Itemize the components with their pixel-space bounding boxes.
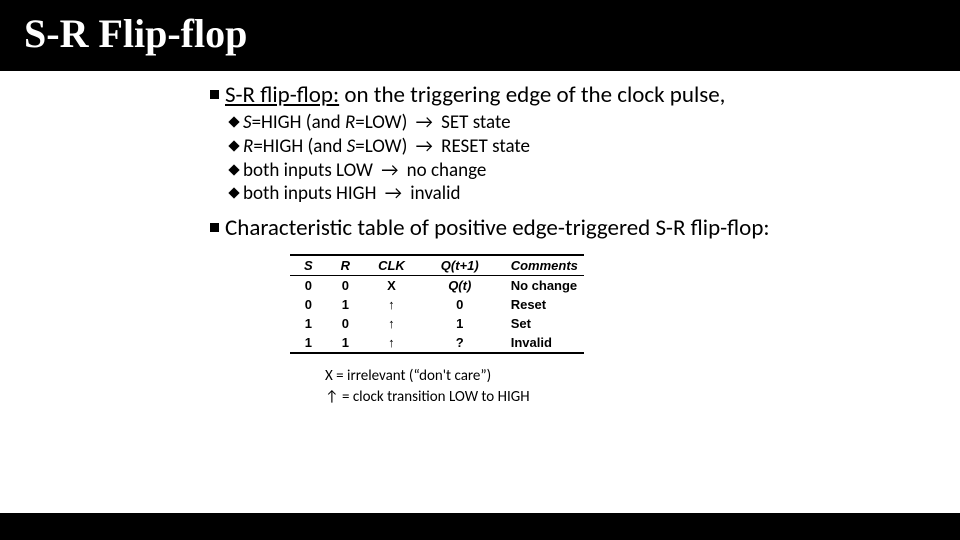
title-bar: S-R Flip-flop [0, 0, 960, 71]
col-comments: Comments [501, 255, 584, 276]
bullet-characteristic-table: Characteristic table of positive edge-tr… [210, 216, 940, 240]
legend-line: ↑ = clock transition LOW to HIGH [325, 387, 940, 408]
square-bullet-icon [210, 90, 219, 99]
arrow-icon: → [412, 111, 437, 134]
arrow-icon: → [381, 182, 406, 205]
sub-bullet: both inputs HIGH → invalid [230, 182, 940, 206]
col-r: R [327, 255, 364, 276]
sub-bullet: R=HIGH (and S=LOW) → RESET state [230, 135, 940, 159]
table-header-row: S R CLK Q(t+1) Comments [290, 255, 584, 276]
slide-content: S-R flip-flop: on the triggering edge of… [0, 71, 960, 513]
table-row: 1 1 ↑ ? Invalid [290, 333, 584, 353]
sub-bullets: S=HIGH (and R=LOW) → SET state R=HIGH (a… [230, 111, 940, 206]
table-row: 0 1 ↑ 0 Reset [290, 295, 584, 314]
bullet-lead: S-R flip-flop: [225, 81, 339, 109]
arrow-icon: → [377, 159, 402, 182]
diamond-bullet-icon [228, 116, 239, 127]
diamond-bullet-icon [228, 140, 239, 151]
square-bullet-icon [210, 223, 219, 232]
col-q: Q(t+1) [427, 255, 501, 276]
col-s: S [290, 255, 327, 276]
bullet-sr-flipflop: S-R flip-flop: on the triggering edge of… [210, 81, 940, 109]
col-clk: CLK [364, 255, 427, 276]
legend: X = irrelevant (“don't care”) ↑ = clock … [325, 366, 940, 408]
sub-bullet: both inputs LOW → no change [230, 159, 940, 183]
sub-bullet: S=HIGH (and R=LOW) → SET state [230, 111, 940, 135]
arrow-icon: → [412, 135, 437, 158]
diamond-bullet-icon [228, 164, 239, 175]
slide-title: S-R Flip-flop [24, 10, 936, 57]
table-row: 1 0 ↑ 1 Set [290, 314, 584, 333]
legend-line: X = irrelevant (“don't care”) [325, 366, 940, 387]
characteristic-table: S R CLK Q(t+1) Comments 0 0 X Q(t) No ch… [290, 254, 940, 354]
bottom-bar [0, 513, 960, 540]
bullet-tail: on the triggering edge of the clock puls… [339, 81, 725, 109]
diamond-bullet-icon [228, 188, 239, 199]
table-row: 0 0 X Q(t) No change [290, 276, 584, 296]
